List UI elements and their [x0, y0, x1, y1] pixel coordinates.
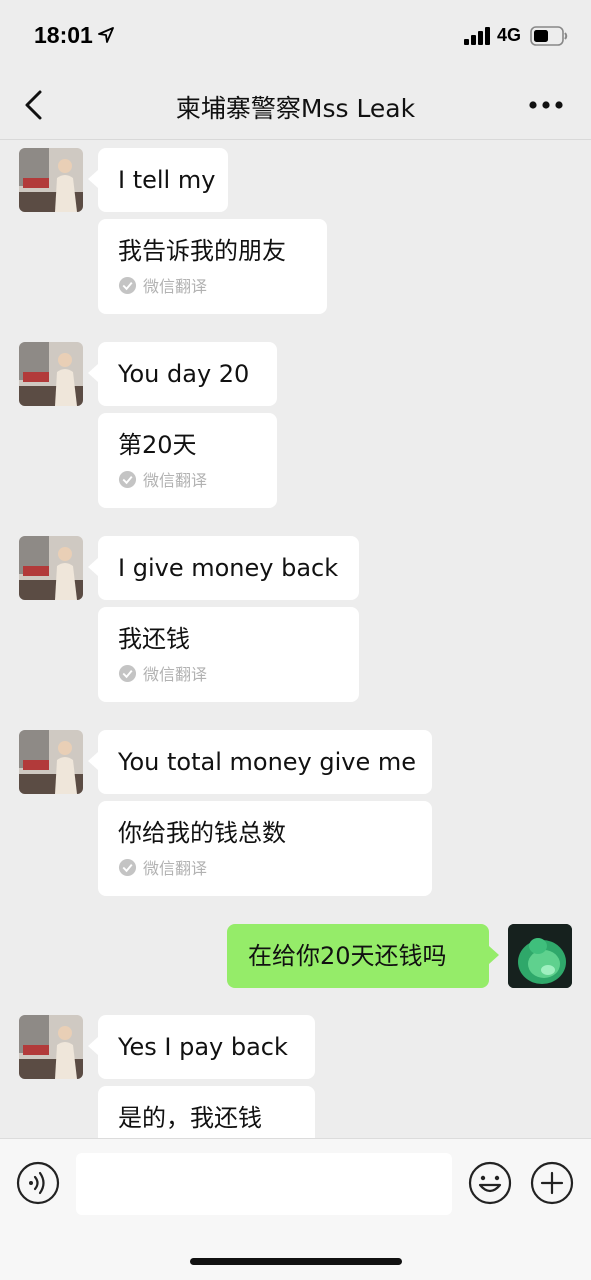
incoming-message-bubble[interactable]: Yes I pay back — [88, 1015, 315, 1079]
status-bar: 18:01 4G — [0, 0, 591, 70]
home-indicator[interactable] — [190, 1258, 402, 1265]
self-avatar[interactable] — [508, 924, 572, 988]
outgoing-message-bubble[interactable]: 在给你20天还钱吗 — [227, 924, 499, 988]
contact-avatar[interactable] — [19, 1015, 83, 1079]
nav-bar: 柬埔寨警察Mss Leak — [0, 70, 591, 140]
translation-text: 第20天 — [118, 431, 197, 459]
contact-avatar[interactable] — [19, 342, 83, 406]
voice-input-icon[interactable] — [16, 1161, 60, 1205]
status-time: 18:01 — [34, 22, 93, 48]
translation-label: 微信翻译 — [118, 855, 412, 879]
translation-bubble[interactable]: 第20天 微信翻译 — [98, 413, 277, 508]
translation-text: 你给我的钱总数 — [118, 819, 286, 847]
translation-source-label: 微信翻译 — [143, 859, 208, 878]
translation-bubble[interactable]: 我告诉我的朋友 微信翻译 — [98, 219, 327, 314]
incoming-message-bubble[interactable]: I give money back — [88, 536, 359, 600]
translation-source-label: 微信翻译 — [143, 471, 208, 490]
contact-avatar[interactable] — [19, 730, 83, 794]
translation-label: 微信翻译 — [118, 467, 257, 491]
translation-text: 是的，我还钱 — [118, 1104, 262, 1132]
contact-avatar[interactable] — [19, 148, 83, 212]
network-type: 4G — [497, 25, 522, 45]
emoji-icon[interactable] — [468, 1161, 512, 1205]
check-circle-icon — [118, 858, 137, 876]
translation-bubble[interactable]: 是的，我还钱 — [98, 1086, 315, 1138]
contact-avatar[interactable] — [19, 536, 83, 600]
chat-message-list[interactable]: I tell my 我告诉我的朋友 微信翻译 You day 20 第20天 微… — [0, 141, 591, 1138]
translation-source-label: 微信翻译 — [143, 665, 208, 684]
incoming-message-bubble[interactable]: You day 20 — [88, 342, 277, 406]
battery-icon — [530, 26, 568, 46]
translation-label: 微信翻译 — [118, 273, 307, 297]
check-circle-icon — [118, 664, 137, 682]
plus-icon[interactable] — [530, 1161, 574, 1205]
translation-source-label: 微信翻译 — [143, 277, 208, 296]
translation-text: 我还钱 — [118, 625, 190, 653]
translation-text: 我告诉我的朋友 — [118, 237, 286, 265]
translation-bubble[interactable]: 我还钱 微信翻译 — [98, 607, 359, 702]
check-circle-icon — [118, 276, 137, 294]
cellular-signal-icon — [464, 27, 490, 45]
translation-bubble[interactable]: 你给我的钱总数 微信翻译 — [98, 801, 432, 896]
more-options-icon[interactable] — [528, 100, 564, 110]
translation-label: 微信翻译 — [118, 661, 339, 685]
chat-title: 柬埔寨警察Mss Leak — [175, 94, 416, 123]
incoming-message-bubble[interactable]: You total money give me — [88, 730, 432, 794]
location-arrow-icon — [98, 27, 114, 43]
incoming-message-bubble[interactable]: I tell my — [88, 148, 228, 212]
check-circle-icon — [118, 470, 137, 488]
message-input[interactable] — [76, 1153, 452, 1215]
